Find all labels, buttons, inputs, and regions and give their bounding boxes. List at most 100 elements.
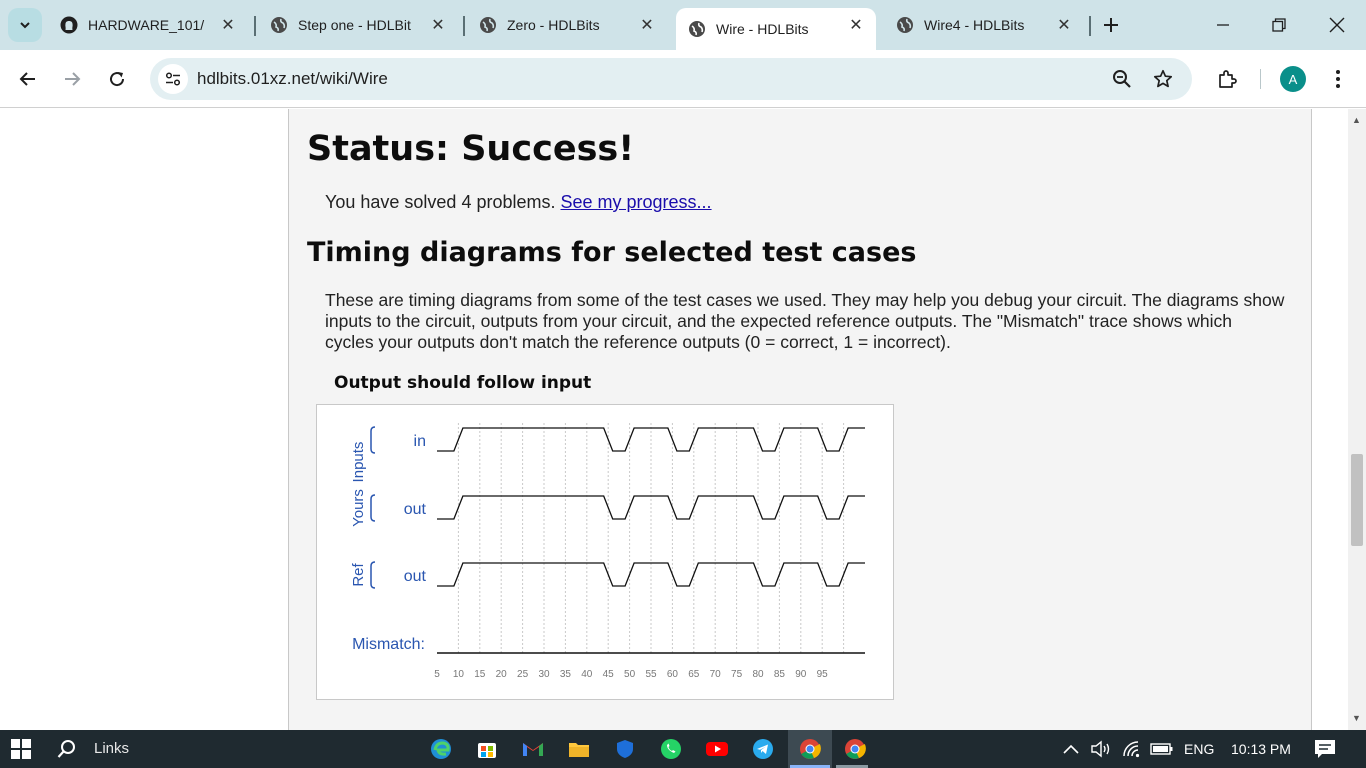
search-icon bbox=[57, 740, 75, 758]
language-indicator[interactable]: ENG bbox=[1184, 741, 1214, 757]
tick-label: 15 bbox=[474, 669, 486, 680]
tick-label: 5 bbox=[434, 669, 440, 680]
minimize-icon bbox=[1217, 24, 1229, 26]
chevron-down-icon bbox=[20, 22, 30, 29]
scroll-down-arrow-icon[interactable]: ▼ bbox=[1352, 713, 1361, 723]
tray-expand-button[interactable] bbox=[1056, 734, 1086, 764]
page-scrollbar[interactable]: ▲ ▼ bbox=[1348, 109, 1366, 730]
forward-button[interactable] bbox=[56, 63, 88, 95]
extensions-button[interactable] bbox=[1212, 64, 1242, 94]
arrow-left-icon bbox=[19, 72, 35, 86]
tick-label: 55 bbox=[645, 669, 657, 680]
url-text[interactable]: hdlbits.01xz.net/wiki/Wire bbox=[197, 69, 388, 89]
whatsapp-icon bbox=[661, 739, 681, 759]
status-heading: Status: Success! bbox=[307, 129, 635, 169]
wifi-icon bbox=[1123, 741, 1140, 758]
scrollbar-thumb[interactable] bbox=[1351, 454, 1363, 546]
tab-strip: HARDWARE_101/ ✕ Step one - HDLBit ✕ Zero… bbox=[0, 0, 1366, 50]
taskbar-search-label[interactable]: Links bbox=[94, 740, 129, 757]
tab-title: Step one - HDLBit bbox=[298, 17, 411, 33]
close-icon[interactable]: ✕ bbox=[846, 15, 866, 35]
group-label-ref: Ref bbox=[350, 562, 367, 586]
tick-label: 75 bbox=[731, 669, 743, 680]
taskbar-app-whatsapp[interactable] bbox=[656, 734, 686, 764]
taskbar-search-button[interactable] bbox=[52, 734, 82, 764]
puzzle-icon bbox=[1219, 70, 1237, 88]
tick-label: 65 bbox=[688, 669, 700, 680]
folder-icon bbox=[569, 743, 589, 757]
taskbar-app-edge[interactable] bbox=[426, 734, 456, 764]
wifi-button[interactable] bbox=[1117, 734, 1147, 764]
menu-button[interactable] bbox=[1323, 64, 1353, 94]
tick-label: 20 bbox=[496, 669, 508, 680]
taskbar-app-store[interactable] bbox=[472, 734, 502, 764]
tick-label: 85 bbox=[774, 669, 786, 680]
mismatch-label: Mismatch: bbox=[352, 636, 425, 653]
taskbar-app-security[interactable] bbox=[610, 734, 640, 764]
close-icon[interactable]: ✕ bbox=[218, 15, 238, 35]
close-window-button[interactable] bbox=[1322, 10, 1352, 40]
clock[interactable]: 10:13 PM bbox=[1231, 741, 1291, 757]
taskbar-app-chrome-active[interactable] bbox=[795, 734, 825, 764]
profile-avatar[interactable]: A bbox=[1280, 66, 1306, 92]
restore-icon bbox=[1272, 18, 1286, 32]
restore-button[interactable] bbox=[1264, 10, 1294, 40]
tick-label: 60 bbox=[667, 669, 679, 680]
notifications-button[interactable] bbox=[1310, 734, 1340, 764]
diagram-title: Output should follow input bbox=[334, 373, 592, 393]
close-icon[interactable]: ✕ bbox=[428, 15, 448, 35]
shield-icon bbox=[617, 740, 633, 758]
tick-label: 25 bbox=[517, 669, 529, 680]
arrow-right-icon bbox=[65, 72, 81, 86]
close-icon[interactable]: ✕ bbox=[637, 15, 657, 35]
back-button[interactable] bbox=[12, 63, 44, 95]
windows-logo-icon bbox=[11, 739, 31, 759]
taskbar-app-telegram[interactable] bbox=[748, 734, 778, 764]
timing-description: These are timing diagrams from some of t… bbox=[325, 290, 1285, 352]
tab-search-button[interactable] bbox=[8, 8, 42, 42]
browser-tab[interactable]: Wire4 - HDLBits ✕ bbox=[884, 8, 1084, 42]
group-label-yours: Yours bbox=[350, 489, 367, 527]
zoom-out-icon bbox=[1113, 70, 1131, 88]
browser-tab-active[interactable]: Wire - HDLBits ✕ bbox=[676, 8, 876, 50]
solved-text: You have solved 4 problems. bbox=[325, 192, 556, 212]
battery-button[interactable] bbox=[1147, 734, 1177, 764]
close-icon[interactable]: ✕ bbox=[1054, 15, 1074, 35]
bookmark-button[interactable] bbox=[1151, 67, 1175, 91]
site-info-button[interactable] bbox=[158, 64, 188, 94]
taskbar-app-explorer[interactable] bbox=[564, 734, 594, 764]
zoom-button[interactable] bbox=[1110, 67, 1134, 91]
browser-tab[interactable]: Step one - HDLBit ✕ bbox=[258, 8, 458, 42]
taskbar-app-gmail[interactable] bbox=[518, 734, 548, 764]
taskbar-app-youtube[interactable] bbox=[702, 734, 732, 764]
browser-tab[interactable]: HARDWARE_101/ ✕ bbox=[48, 8, 248, 42]
tick-label: 50 bbox=[624, 669, 636, 680]
more-vert-icon bbox=[1336, 70, 1340, 88]
progress-link[interactable]: See my progress... bbox=[561, 192, 712, 212]
minimize-button[interactable] bbox=[1208, 10, 1238, 40]
tick-label: 40 bbox=[581, 669, 593, 680]
browser-toolbar: hdlbits.01xz.net/wiki/Wire A bbox=[0, 50, 1366, 108]
taskbar-app-chrome[interactable] bbox=[840, 734, 870, 764]
globe-icon bbox=[896, 16, 914, 34]
timing-diagram-svg: Inputs Yours Ref in out out Mismatch: 5 1… bbox=[350, 423, 865, 680]
scroll-up-arrow-icon[interactable]: ▲ bbox=[1352, 115, 1361, 125]
edge-icon bbox=[431, 739, 451, 759]
reload-button[interactable] bbox=[101, 63, 133, 95]
toolbar-divider bbox=[1260, 69, 1261, 89]
timing-diagram: Inputs Yours Ref in out out Mismatch: 5 1… bbox=[316, 404, 894, 700]
chrome-icon bbox=[845, 739, 866, 759]
address-bar[interactable]: hdlbits.01xz.net/wiki/Wire bbox=[150, 58, 1192, 100]
globe-icon bbox=[479, 16, 497, 34]
group-bracket bbox=[370, 494, 376, 522]
start-button[interactable] bbox=[6, 734, 36, 764]
new-tab-button[interactable] bbox=[1098, 12, 1124, 38]
browser-tab[interactable]: Zero - HDLBits ✕ bbox=[467, 8, 667, 42]
volume-button[interactable] bbox=[1086, 734, 1116, 764]
group-bracket bbox=[370, 426, 376, 454]
tab-title: Zero - HDLBits bbox=[507, 17, 600, 33]
reload-icon bbox=[110, 72, 125, 87]
tab-title: HARDWARE_101/ bbox=[88, 17, 205, 33]
globe-icon bbox=[270, 16, 288, 34]
tick-label: 45 bbox=[603, 669, 615, 680]
